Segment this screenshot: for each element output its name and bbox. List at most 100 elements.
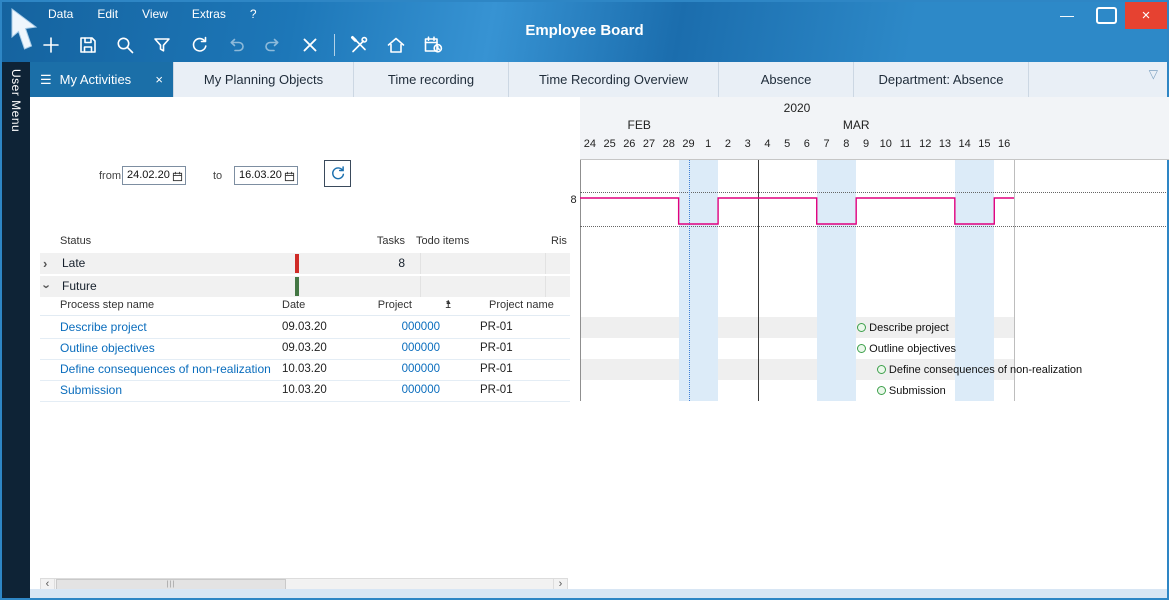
table-row[interactable]: Outline objectives 09.03.20 000000 PR-01 xyxy=(40,338,570,360)
cell-date: 10.03.20 xyxy=(282,363,327,375)
redo-icon[interactable] xyxy=(260,32,286,58)
project-link[interactable]: 000000 xyxy=(392,321,440,333)
gantt-day: 12 xyxy=(915,136,935,153)
footer-strip xyxy=(30,589,1167,598)
chevron-down-icon[interactable]: › xyxy=(40,284,55,288)
milestone-icon xyxy=(857,323,866,332)
hamburger-icon[interactable]: ☰ xyxy=(40,72,52,88)
process-step-link[interactable]: Describe project xyxy=(60,320,147,334)
calendar-icon[interactable] xyxy=(172,169,183,180)
column-divider xyxy=(420,253,421,274)
tools-icon[interactable] xyxy=(346,32,372,58)
gantt-year: 2020 xyxy=(580,101,1014,115)
process-step-link[interactable]: Submission xyxy=(60,383,122,397)
planning-board-icon[interactable] xyxy=(420,32,446,58)
filter-icon[interactable] xyxy=(149,32,175,58)
menu-extras[interactable]: Extras xyxy=(192,7,226,21)
gantt-day: 3 xyxy=(738,136,758,153)
menu-edit[interactable]: Edit xyxy=(97,7,118,21)
calendar-icon[interactable] xyxy=(284,169,295,180)
milestone-label: Submission xyxy=(889,385,946,397)
user-menu-label: User Menu xyxy=(9,62,23,598)
cell-date: 10.03.20 xyxy=(282,384,327,396)
col-project[interactable]: Project xyxy=(350,299,412,311)
home-icon[interactable] xyxy=(383,32,409,58)
menu-data[interactable]: Data xyxy=(48,7,73,21)
tab-time-recording[interactable]: Time recording xyxy=(354,62,509,97)
toolbar-separator xyxy=(334,34,335,56)
gantt-day: 2 xyxy=(718,136,738,153)
gantt-milestone[interactable]: Define consequences of non-realization xyxy=(877,364,1082,375)
gantt-milestone[interactable]: Describe project xyxy=(857,322,948,333)
cell-date: 09.03.20 xyxy=(282,342,327,354)
menu-view[interactable]: View xyxy=(142,7,168,21)
tab-my-activities[interactable]: ☰ My Activities × xyxy=(30,62,174,97)
refresh-icon[interactable] xyxy=(186,32,212,58)
tab-overflow-icon[interactable]: ▽ xyxy=(1149,67,1158,81)
tab-department-absence[interactable]: Department: Absence xyxy=(854,62,1029,97)
save-icon[interactable] xyxy=(75,32,101,58)
gantt-day: 4 xyxy=(758,136,778,153)
gantt-day: 26 xyxy=(619,136,639,153)
gantt-chart: Describe project Outline objectives Define… xyxy=(580,160,1166,401)
gantt-milestone[interactable]: Submission xyxy=(877,385,946,396)
column-divider xyxy=(545,253,546,274)
tab-absence[interactable]: Absence xyxy=(719,62,854,97)
tabbar: ☰ My Activities × My Planning Objects Ti… xyxy=(30,62,1167,97)
cell-project-name: PR-01 xyxy=(480,342,513,354)
sort-arrow-icon: ▲ xyxy=(445,299,452,306)
undo-icon[interactable] xyxy=(223,32,249,58)
add-icon[interactable] xyxy=(38,32,64,58)
gantt-day: 29 xyxy=(679,136,699,153)
col-process-step-name[interactable]: Process step name xyxy=(60,299,154,311)
minimize-button[interactable]: — xyxy=(1047,2,1087,28)
table-row[interactable]: Submission 10.03.20 000000 PR-01 xyxy=(40,380,570,402)
cell-date: 09.03.20 xyxy=(282,321,327,333)
gantt-month: FEB xyxy=(580,118,698,132)
toolbar xyxy=(38,30,446,60)
gantt-day: 16 xyxy=(994,136,1014,153)
user-menu-strip[interactable]: User Menu xyxy=(2,62,30,598)
project-link[interactable]: 000000 xyxy=(392,342,440,354)
search-icon[interactable] xyxy=(112,32,138,58)
milestone-label: Outline objectives xyxy=(869,343,956,355)
gantt-day: 6 xyxy=(797,136,817,153)
group-row-late[interactable]: › Late 8 xyxy=(40,253,570,275)
tab-my-planning-objects[interactable]: My Planning Objects xyxy=(174,62,354,97)
process-step-link[interactable]: Outline objectives xyxy=(60,341,155,355)
main-content: from to Status Tasks Todo items Ris › La… xyxy=(30,97,1167,598)
chevron-right-icon[interactable]: › xyxy=(43,256,47,271)
project-link[interactable]: 000000 xyxy=(392,384,440,396)
process-step-link[interactable]: Define consequences of non-realization xyxy=(60,362,271,376)
milestone-icon xyxy=(857,344,866,353)
project-link[interactable]: 000000 xyxy=(392,363,440,375)
refresh-activities-button[interactable] xyxy=(324,160,351,187)
menu-help[interactable]: ? xyxy=(250,7,257,21)
process-step-header: Process step name Date Project 1▲ Projec… xyxy=(40,299,570,316)
table-row[interactable]: Describe project 09.03.20 000000 PR-01 xyxy=(40,317,570,339)
gantt-timeline-header: 2020 FEBMAR24252627282912345678910111213… xyxy=(580,97,1169,160)
app-logo-icon xyxy=(11,7,39,53)
col-date[interactable]: Date xyxy=(282,299,305,311)
to-label: to xyxy=(213,170,222,182)
delete-icon[interactable] xyxy=(297,32,323,58)
tab-time-recording-overview[interactable]: Time Recording Overview xyxy=(509,62,719,97)
milestone-icon xyxy=(877,386,886,395)
tab-close-icon[interactable]: × xyxy=(155,72,163,87)
gantt-day: 10 xyxy=(876,136,896,153)
group-row-future[interactable]: › Future xyxy=(40,276,570,298)
column-divider xyxy=(420,276,421,297)
milestone-icon xyxy=(877,365,886,374)
gantt-day: 9 xyxy=(856,136,876,153)
col-status: Status xyxy=(60,235,91,247)
gantt-day: 5 xyxy=(777,136,797,153)
from-date-wrap xyxy=(122,165,186,184)
gantt-milestone[interactable]: Outline objectives xyxy=(857,343,956,354)
table-row[interactable]: Define consequences of non-realization 1… xyxy=(40,359,570,381)
tab-label: My Activities xyxy=(60,72,132,87)
close-button[interactable]: × xyxy=(1125,2,1167,29)
col-project-name[interactable]: Project name xyxy=(489,299,554,311)
from-label: from xyxy=(99,170,121,182)
maximize-button[interactable] xyxy=(1087,2,1125,28)
col-todo-items: Todo items xyxy=(416,235,469,247)
